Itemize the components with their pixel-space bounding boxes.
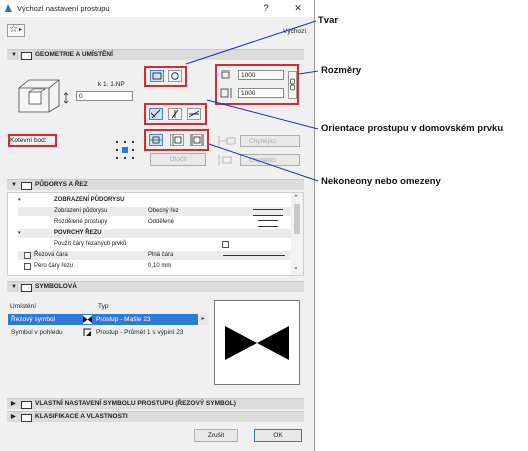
annotation-lines (185, 20, 319, 182)
shape-annotation: Tvar (318, 15, 339, 26)
orientation-annotation: Orientace prostupu v domovském prvku (321, 123, 504, 134)
dimensions-annotation: Rozměry (321, 65, 362, 76)
extent-annotation: Nekoneony nebo omezeny (321, 176, 441, 187)
